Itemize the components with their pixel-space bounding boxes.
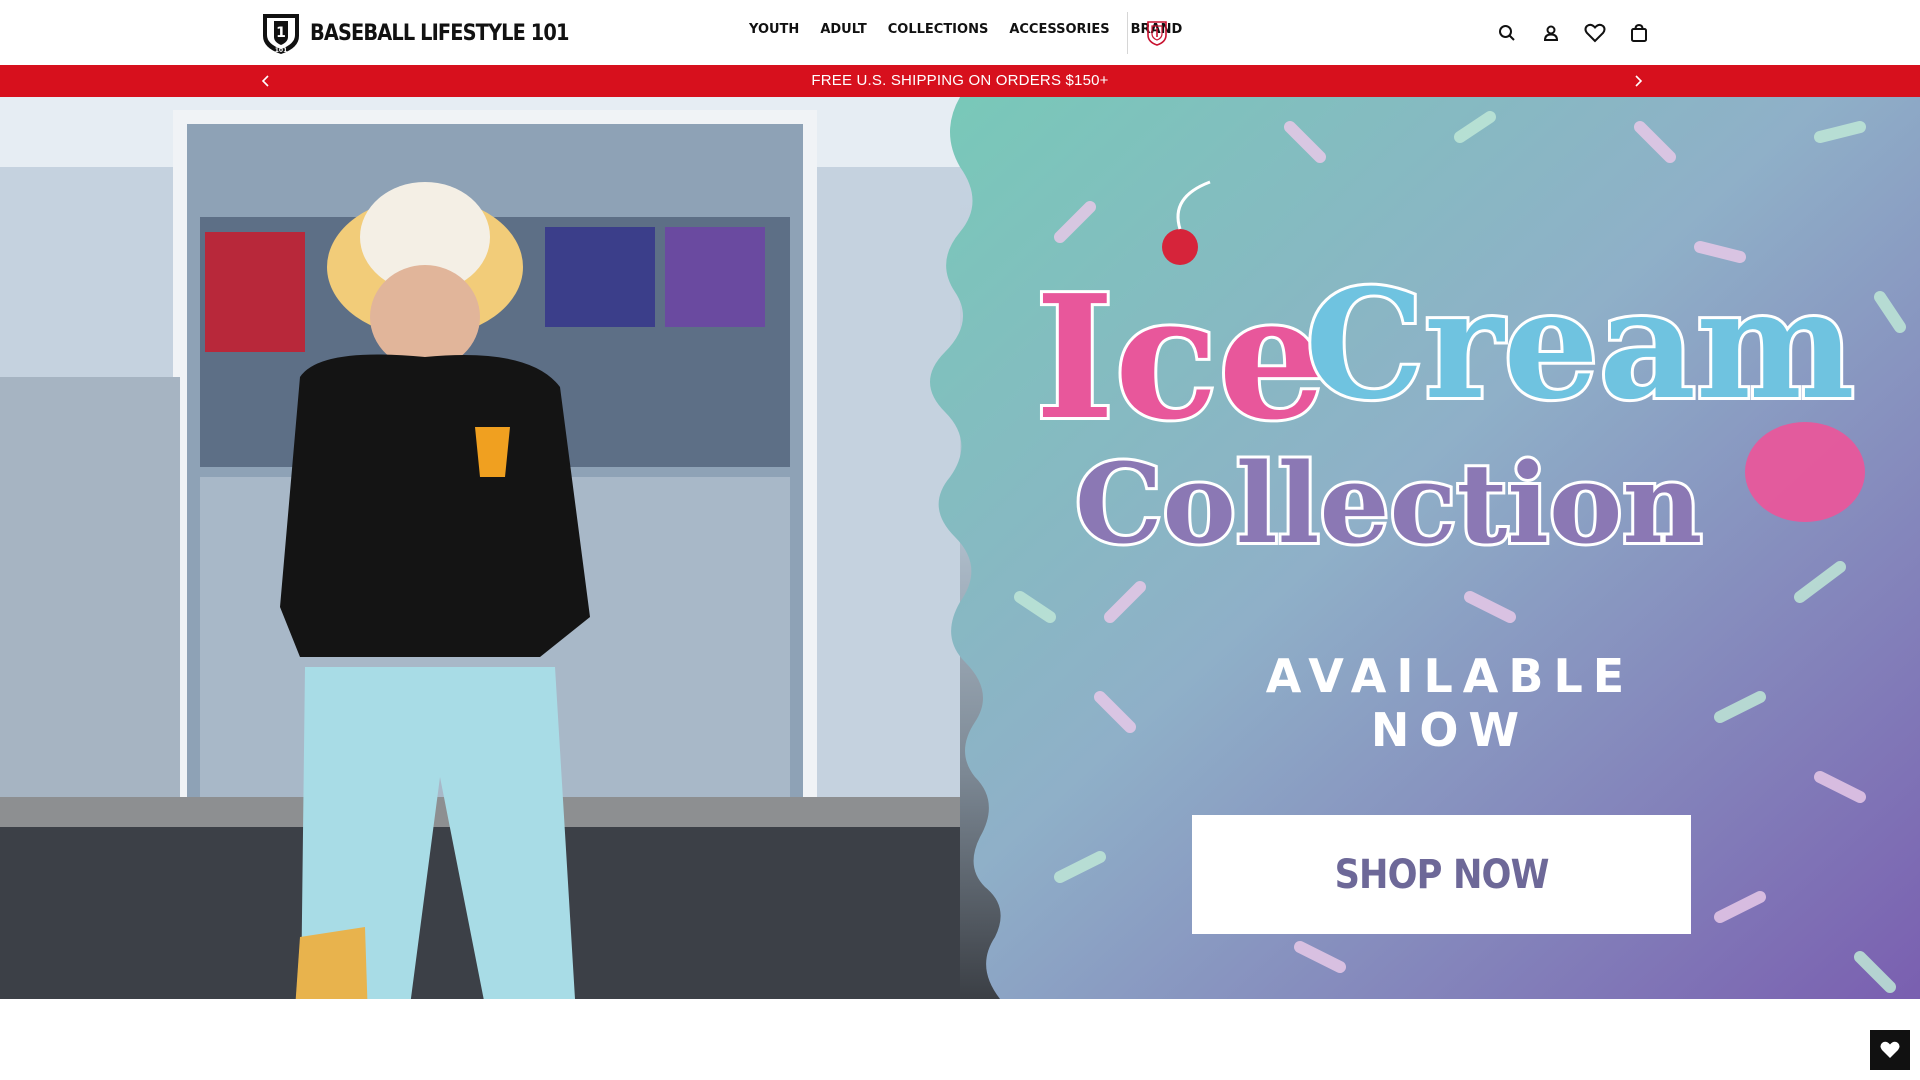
nav-accessories[interactable]: ACCESSORIES	[1009, 22, 1109, 37]
hero-subtitle: AVAILABLE NOW	[1265, 649, 1635, 757]
account-icon[interactable]	[1539, 21, 1563, 45]
hero-title-collection: Collection	[1075, 439, 1702, 568]
promo-next-arrow-icon[interactable]	[1630, 73, 1646, 89]
svg-text:1: 1	[276, 25, 286, 41]
shop-now-label: SHOP NOW	[1334, 851, 1550, 898]
hero-banner[interactable]: Ice Cream Collection AVAILABLE NOW SHOP …	[0, 97, 1920, 999]
wishlist-float-button[interactable]	[1870, 1030, 1910, 1070]
promo-bar: FREE U.S. SHIPPING ON ORDERS $150+	[0, 65, 1920, 97]
search-icon[interactable]	[1495, 21, 1519, 45]
hero-title-cream: Cream	[1305, 257, 1855, 433]
nav-collections[interactable]: COLLECTIONS	[888, 22, 989, 37]
brand-badge-icon[interactable]	[1145, 20, 1169, 46]
header-icons	[1495, 21, 1651, 45]
site-header: 1 101 BASEBALL LIFESTYLE 101 YOUTH ADULT…	[0, 0, 1920, 65]
site-logo[interactable]: 1 101 BASEBALL LIFESTYLE 101	[258, 10, 604, 56]
nav-divider	[1127, 12, 1128, 54]
logo-mark-icon: 1 101	[263, 14, 299, 54]
shop-now-button[interactable]: SHOP NOW	[1192, 815, 1691, 934]
main-nav: YOUTH ADULT COLLECTIONS ACCESSORIES BRAN…	[749, 22, 1203, 37]
heart-icon	[1880, 1041, 1900, 1058]
nav-adult[interactable]: ADULT	[820, 22, 866, 37]
heart-icon[interactable]	[1583, 21, 1607, 45]
nav-youth[interactable]: YOUTH	[749, 22, 799, 37]
svg-text:101: 101	[275, 47, 288, 54]
hero-title-ice: Ice	[1035, 258, 1326, 458]
brand-name: BASEBALL LIFESTYLE 101	[310, 20, 569, 46]
cart-icon[interactable]	[1627, 21, 1651, 45]
